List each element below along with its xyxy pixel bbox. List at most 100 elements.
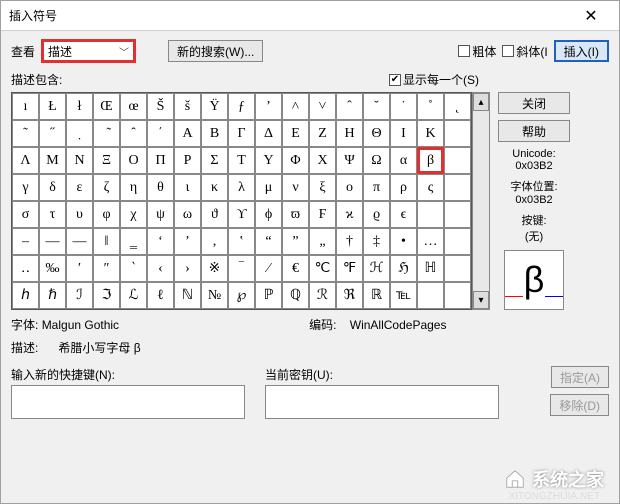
symbol-cell[interactable]: ″ — [93, 255, 120, 282]
lookup-dropdown[interactable]: 描述 ﹀ — [41, 39, 136, 63]
symbol-cell[interactable]: ⁄ — [255, 255, 282, 282]
symbol-cell[interactable]: τ — [39, 201, 66, 228]
symbol-cell[interactable] — [444, 255, 471, 282]
symbol-cell[interactable]: σ — [12, 201, 39, 228]
symbol-cell[interactable] — [417, 282, 444, 309]
symbol-cell[interactable]: “ — [255, 228, 282, 255]
symbol-cell[interactable]: Ε — [282, 120, 309, 147]
symbol-cell[interactable]: Λ — [12, 147, 39, 174]
symbol-cell[interactable]: χ — [120, 201, 147, 228]
symbol-cell[interactable]: Ζ — [309, 120, 336, 147]
symbol-cell[interactable]: ̑ — [120, 120, 147, 147]
symbol-cell[interactable]: ‹ — [147, 255, 174, 282]
show-each-checkbox[interactable]: ✔显示每一个(S) — [389, 71, 479, 88]
symbol-cell[interactable]: ‵ — [120, 255, 147, 282]
symbol-cell[interactable]: Κ — [417, 120, 444, 147]
symbol-cell[interactable] — [444, 201, 471, 228]
scroll-down-icon[interactable]: ▾ — [473, 291, 489, 309]
symbol-cell[interactable]: Ω — [363, 147, 390, 174]
symbol-cell[interactable]: ł — [66, 93, 93, 120]
symbol-cell[interactable]: Υ — [255, 147, 282, 174]
symbol-cell[interactable]: ζ — [93, 174, 120, 201]
symbol-cell[interactable]: α — [390, 147, 417, 174]
symbol-cell[interactable]: λ — [228, 174, 255, 201]
italic-checkbox[interactable]: 斜体(I — [502, 43, 547, 60]
symbol-cell[interactable]: № — [201, 282, 228, 309]
symbol-cell[interactable]: ‡ — [363, 228, 390, 255]
symbol-cell[interactable]: ℐ — [66, 282, 93, 309]
symbol-cell[interactable]: ̃ — [93, 120, 120, 147]
symbol-cell[interactable]: Φ — [282, 147, 309, 174]
symbol-cell[interactable] — [417, 201, 444, 228]
symbol-cell[interactable]: ϵ — [390, 201, 417, 228]
help-button[interactable]: 帮助 — [498, 120, 570, 142]
symbol-cell[interactable]: ν — [282, 174, 309, 201]
symbol-cell[interactable]: ℡ — [390, 282, 417, 309]
symbol-cell[interactable]: ℋ — [363, 255, 390, 282]
symbol-cell[interactable]: ˜ — [12, 120, 39, 147]
symbol-cell[interactable]: ℘ — [228, 282, 255, 309]
symbol-cell[interactable]: Œ — [93, 93, 120, 120]
new-search-button[interactable]: 新的搜索(W)... — [168, 40, 263, 62]
symbol-grid[interactable]: ıŁłŒœŠšŸƒʼ˄˅ˆ˘˙˚˛˜˝̣̃̑΄ΑΒΓΔΕΖΗΘΙΚΛΜΝΞΟΠΡ… — [11, 92, 472, 310]
symbol-cell[interactable]: ℎ — [12, 282, 39, 309]
symbol-cell[interactable] — [444, 282, 471, 309]
symbol-cell[interactable] — [444, 147, 471, 174]
symbol-cell[interactable]: Μ — [39, 147, 66, 174]
symbol-cell[interactable]: ʼ — [255, 93, 282, 120]
new-shortcut-input[interactable] — [11, 385, 245, 419]
symbol-cell[interactable]: œ — [120, 93, 147, 120]
symbol-cell[interactable]: Ψ — [336, 147, 363, 174]
symbol-cell[interactable]: ‛ — [228, 228, 255, 255]
symbol-cell[interactable]: ˚ — [417, 93, 444, 120]
symbol-cell[interactable]: ℕ — [174, 282, 201, 309]
symbol-cell[interactable]: ı — [12, 93, 39, 120]
symbol-cell[interactable]: ο — [336, 174, 363, 201]
symbol-cell[interactable]: › — [174, 255, 201, 282]
symbol-cell[interactable]: ℃ — [309, 255, 336, 282]
symbol-cell[interactable] — [444, 174, 471, 201]
symbol-cell[interactable]: π — [363, 174, 390, 201]
symbol-cell[interactable]: „ — [309, 228, 336, 255]
symbol-cell[interactable]: ‥ — [12, 255, 39, 282]
symbol-cell[interactable]: ℚ — [282, 282, 309, 309]
symbol-cell[interactable]: Σ — [201, 147, 228, 174]
symbol-cell[interactable]: ” — [282, 228, 309, 255]
symbol-cell[interactable]: ƒ — [228, 93, 255, 120]
symbol-cell[interactable]: Ο — [120, 147, 147, 174]
symbol-cell[interactable]: € — [282, 255, 309, 282]
symbol-cell[interactable]: ξ — [309, 174, 336, 201]
symbol-cell[interactable]: Η — [336, 120, 363, 147]
symbol-cell[interactable]: ϑ — [201, 201, 228, 228]
symbol-cell[interactable]: Β — [201, 120, 228, 147]
symbol-cell[interactable]: ι — [174, 174, 201, 201]
symbol-cell[interactable]: ℌ — [390, 255, 417, 282]
symbol-cell[interactable]: Χ — [309, 147, 336, 174]
symbol-cell[interactable]: ℝ — [363, 282, 390, 309]
close-icon[interactable]: ✕ — [571, 6, 611, 26]
symbol-cell[interactable]: ϒ — [228, 201, 255, 228]
symbol-cell[interactable]: ℒ — [120, 282, 147, 309]
symbol-cell[interactable]: γ — [12, 174, 39, 201]
symbol-cell[interactable]: ℍ — [417, 255, 444, 282]
symbol-cell[interactable]: ℜ — [336, 282, 363, 309]
symbol-cell[interactable]: ℑ — [93, 282, 120, 309]
symbol-cell[interactable]: Ϝ — [309, 201, 336, 228]
symbol-cell[interactable]: Ρ — [174, 147, 201, 174]
symbol-cell[interactable]: ― — [66, 228, 93, 255]
symbol-cell[interactable]: υ — [66, 201, 93, 228]
symbol-cell[interactable]: Γ — [228, 120, 255, 147]
symbol-cell[interactable]: ′ — [66, 255, 93, 282]
symbol-cell[interactable]: ※ — [201, 255, 228, 282]
symbol-cell[interactable]: ℏ — [39, 282, 66, 309]
symbol-cell[interactable]: ˙ — [390, 93, 417, 120]
symbol-cell[interactable]: – — [12, 228, 39, 255]
symbol-cell[interactable]: Ł — [39, 93, 66, 120]
symbol-cell[interactable]: ˛ — [444, 93, 471, 120]
symbol-cell[interactable]: š — [174, 93, 201, 120]
symbol-cell[interactable]: ‚ — [201, 228, 228, 255]
symbol-cell[interactable]: Š — [147, 93, 174, 120]
symbol-cell[interactable]: ‖ — [93, 228, 120, 255]
symbol-cell[interactable]: Π — [147, 147, 174, 174]
symbol-cell[interactable]: ω — [174, 201, 201, 228]
